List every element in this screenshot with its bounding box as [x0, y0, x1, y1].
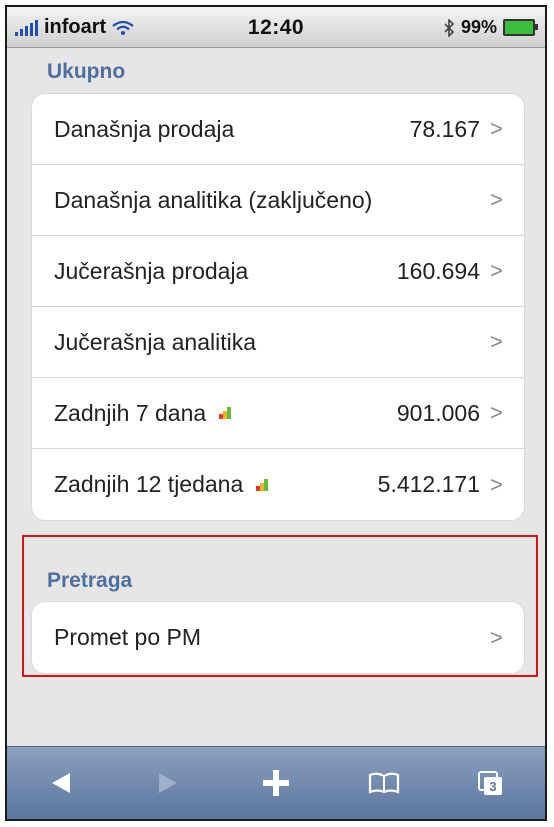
back-arrow-icon	[51, 773, 70, 793]
row-label: Zadnjih 7 dana	[54, 399, 207, 426]
bookmarks-icon	[368, 772, 399, 794]
add-button[interactable]	[246, 753, 306, 813]
list-item-last-12-weeks[interactable]: Zadnjih 12 tjedana 5.412.171 >	[32, 449, 524, 520]
chevron-right-icon: >	[490, 116, 503, 141]
back-button[interactable]	[31, 753, 91, 813]
highlight-box	[22, 535, 538, 677]
plus-icon	[262, 770, 289, 796]
list-item-today-sales[interactable]: Današnja prodaja 78.167 >	[32, 94, 524, 165]
tabs-count: 3	[490, 779, 497, 794]
list-item-yesterday-analytics[interactable]: Jučerašnja analitika >	[32, 307, 524, 378]
row-label: Jučerašnja analitika	[54, 328, 257, 355]
row-label: Jučerašnja prodaja	[54, 257, 249, 284]
row-label: Današnja prodaja	[54, 115, 235, 142]
phone-screen: infoart 12:40 99% Ukupno Današnja prodaj…	[5, 5, 547, 821]
list-item-last-7-days[interactable]: Zadnjih 7 dana 901.006 >	[32, 378, 524, 449]
browser-toolbar: 3	[7, 746, 545, 819]
row-value: 160.694	[396, 257, 480, 284]
chevron-right-icon: >	[490, 187, 503, 212]
status-bar: infoart 12:40 99%	[7, 7, 545, 48]
row-label: Današnja analitika (zaključeno)	[54, 186, 373, 213]
bookmarks-button[interactable]	[354, 753, 414, 813]
battery-area: 99%	[443, 17, 538, 38]
row-value: 5.412.171	[377, 471, 480, 497]
trend-chart-icon	[256, 478, 269, 491]
chevron-right-icon: >	[490, 471, 503, 497]
chevron-right-icon: >	[490, 400, 503, 425]
tabs-button[interactable]: 3	[461, 753, 521, 813]
tabs-icon: 3	[478, 771, 503, 795]
bluetooth-icon	[444, 18, 455, 37]
row-label: Zadnjih 12 tjedana	[54, 471, 244, 497]
list-item-yesterday-sales[interactable]: Jučerašnja prodaja 160.694 >	[32, 236, 524, 307]
list-item-today-analytics[interactable]: Današnja analitika (zaključeno) >	[32, 165, 524, 236]
chevron-right-icon: >	[490, 258, 503, 283]
battery-icon	[503, 19, 538, 36]
summary-group: Današnja prodaja 78.167 > Današnja anali…	[31, 93, 525, 521]
section-title-ukupno: Ukupno	[47, 60, 126, 83]
chevron-right-icon: >	[490, 329, 503, 354]
row-value: 901.006	[396, 399, 480, 426]
forward-arrow-icon	[159, 773, 178, 793]
battery-percent: 99%	[460, 17, 497, 37]
trend-chart-icon	[219, 407, 232, 419]
row-value: 78.167	[409, 115, 480, 142]
forward-button[interactable]	[138, 753, 198, 813]
